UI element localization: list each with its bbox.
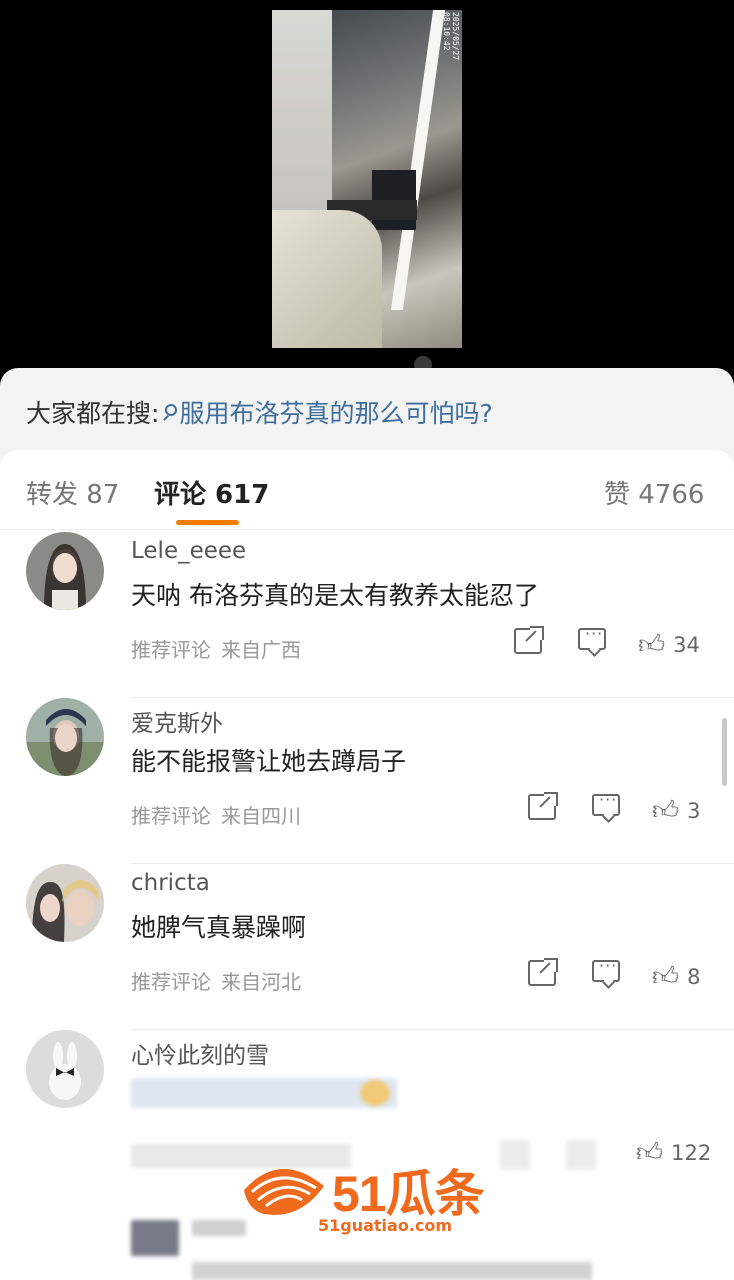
like-button[interactable]: 👍︎ 8: [652, 960, 701, 994]
comment-text: 天呐 布洛芬真的是太有教养太能忍了: [131, 581, 539, 610]
comment-tag: 推荐评论: [131, 804, 211, 828]
video-player[interactable]: 2025/05/27 08:10:42: [0, 0, 734, 380]
blurred-reply-avatar: [131, 1220, 179, 1256]
comment-tag: 推荐评论: [131, 638, 211, 662]
scrollbar[interactable]: [722, 718, 727, 786]
trending-search-prefix: 大家都在搜:: [26, 399, 160, 428]
video-scene-light: [390, 10, 446, 310]
avatar[interactable]: [26, 532, 104, 610]
thumbs-up-icon: 👍︎: [652, 962, 680, 992]
blurred-reply-text: [192, 1262, 592, 1280]
comment-meta: 推荐评论 来自河北: [131, 966, 301, 995]
comment-location: 来自四川: [221, 804, 301, 828]
search-icon: [165, 404, 178, 416]
comment-username[interactable]: 爱克斯外: [131, 704, 223, 738]
blurred-share: [500, 1140, 530, 1170]
share-button[interactable]: [528, 792, 558, 828]
comment-location: 来自河北: [221, 970, 301, 994]
comment-username[interactable]: 心怜此刻的雪: [131, 1036, 269, 1070]
share-button[interactable]: [528, 958, 558, 994]
comment-username[interactable]: chricta: [131, 870, 210, 896]
reply-icon: [592, 790, 620, 816]
like-count: 8: [687, 965, 701, 989]
like-button[interactable]: 👍︎ 122: [636, 1136, 711, 1170]
comment-meta: 推荐评论 来自广西: [131, 634, 301, 663]
share-icon: [528, 792, 558, 820]
thumbs-up-icon: 👍︎: [636, 1138, 664, 1168]
watermelon-logo-icon: [244, 1168, 324, 1215]
trending-search-link[interactable]: 服用布洛芬真的那么可怕吗?: [179, 399, 492, 428]
reply-button[interactable]: [592, 956, 620, 994]
comment-text: 能不能报警让她去蹲局子: [131, 747, 407, 776]
blurred-reply: [566, 1140, 596, 1170]
tab-likes[interactable]: 赞 4766: [604, 474, 704, 511]
tab-comments[interactable]: 评论 617: [154, 474, 269, 511]
video-timestamp: 2025/05/27 08:10:42: [442, 12, 460, 61]
tab-repost[interactable]: 转发 87: [26, 474, 119, 511]
like-button[interactable]: 👍︎ 3: [652, 794, 701, 828]
avatar[interactable]: [26, 864, 104, 942]
video-scene-sofa: [272, 210, 382, 348]
watermark-url: 51guatiao.com: [318, 1216, 453, 1235]
comment-location: 来自广西: [221, 638, 301, 662]
share-icon: [514, 626, 544, 654]
trending-search[interactable]: 大家都在搜: 服用布洛芬真的那么可怕吗?: [26, 394, 493, 430]
comment-sheet: 大家都在搜: 服用布洛芬真的那么可怕吗? 转发 87 评论 617 赞 4766 …: [0, 368, 734, 1280]
watermark: 51瓜条 51guatiao.com: [240, 1160, 496, 1240]
like-count: 34: [673, 633, 700, 657]
like-count: 122: [671, 1141, 712, 1165]
blurred-comment-text: [131, 1078, 397, 1108]
comment-text: 她脾气真暴躁啊: [131, 913, 307, 942]
reply-button[interactable]: [592, 790, 620, 828]
thumbs-up-icon: 👍︎: [652, 796, 680, 826]
share-button[interactable]: [514, 626, 544, 662]
comment-item: Lele_eeee 天呐 布洛芬真的是太有教养太能忍了 推荐评论来自广西 👍︎ 3…: [0, 532, 734, 698]
reply-icon: [592, 956, 620, 982]
share-icon: [528, 958, 558, 986]
tab-bar: 转发 87 评论 617 赞 4766: [0, 450, 734, 530]
comment-username[interactable]: Lele_eeee: [131, 538, 246, 564]
comment-meta: 推荐评论 来自四川: [131, 800, 301, 829]
comment-tag: 推荐评论: [131, 970, 211, 994]
blurred-emoji: [360, 1080, 390, 1106]
like-button[interactable]: 👍︎ 34: [638, 628, 700, 662]
like-count: 3: [687, 799, 701, 823]
comment-item: 爱克斯外 能不能报警让她去蹲局子 推荐评论来自四川 👍︎ 3: [0, 698, 734, 864]
video-frame[interactable]: 2025/05/27 08:10:42: [272, 10, 462, 348]
avatar[interactable]: [26, 698, 104, 776]
reply-button[interactable]: [578, 624, 606, 662]
blurred-reply-name: [192, 1220, 246, 1236]
reply-icon: [578, 624, 606, 650]
thumbs-up-icon: 👍︎: [638, 630, 666, 660]
comment-item: chricta 她脾气真暴躁啊 推荐评论来自河北 👍︎ 8: [0, 864, 734, 1030]
tab-active-indicator: [176, 520, 239, 525]
avatar[interactable]: [26, 1030, 104, 1108]
